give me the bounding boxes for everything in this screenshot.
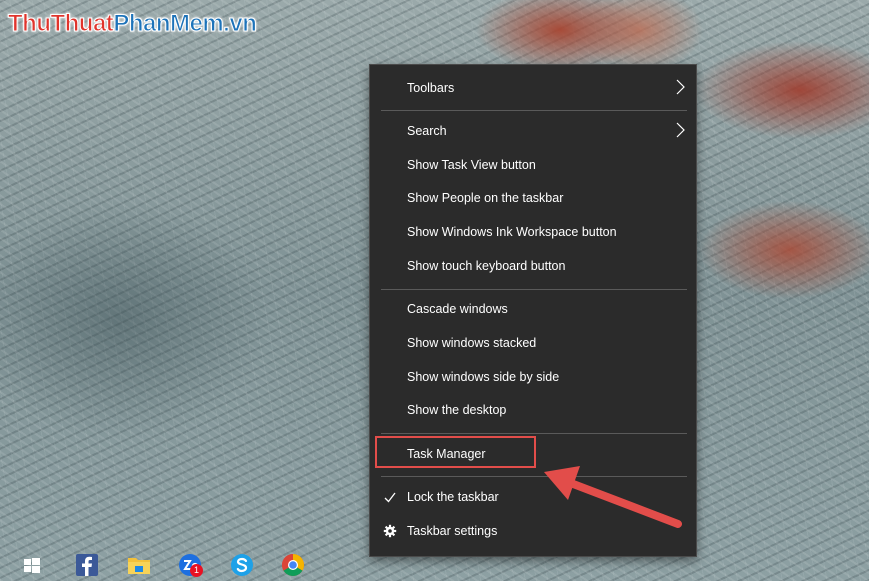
menu-item-label: Show touch keyboard button: [407, 259, 566, 273]
menu-item-label: Show windows stacked: [407, 336, 537, 350]
menu-item-label: Search: [407, 124, 447, 138]
site-watermark: ThuThuatPhanMem.vn: [7, 10, 258, 38]
zalo-notification-badge: 1: [190, 564, 203, 577]
menu-item-label: Cascade windows: [407, 302, 508, 316]
watermark-part-2: PhanMem: [113, 10, 224, 38]
checkmark-icon: [384, 492, 396, 503]
task-manager-highlight: [375, 436, 536, 468]
skype-icon[interactable]: [229, 552, 255, 578]
menu-item-show-touch-keyboard[interactable]: Show touch keyboard button: [370, 251, 696, 283]
watermark-part-1: ThuThuat: [7, 10, 114, 38]
menu-item-label: Show Task View button: [407, 158, 536, 172]
red-pointer-arrow-icon: [544, 466, 682, 528]
menu-item-side-by-side[interactable]: Show windows side by side: [370, 362, 696, 394]
menu-separator: [381, 433, 687, 434]
chrome-icon[interactable]: [280, 552, 306, 578]
menu-item-label: Taskbar settings: [407, 524, 498, 538]
menu-item-search[interactable]: Search: [370, 116, 696, 148]
menu-item-label: Lock the taskbar: [407, 490, 499, 504]
menu-item-label: Show People on the taskbar: [407, 191, 564, 205]
menu-item-label: Toolbars: [407, 81, 455, 95]
gear-icon: [383, 524, 397, 538]
menu-item-show-windows-ink[interactable]: Show Windows Ink Workspace button: [370, 217, 696, 249]
menu-item-cascade-windows[interactable]: Cascade windows: [370, 294, 696, 326]
chevron-right-icon: [676, 122, 685, 138]
watermark-part-3: .vn: [223, 10, 258, 38]
menu-item-show-desktop[interactable]: Show the desktop: [370, 395, 696, 427]
menu-separator: [381, 110, 687, 111]
chevron-right-icon: [676, 79, 685, 95]
menu-item-label: Show Windows Ink Workspace button: [407, 225, 617, 239]
menu-item-toolbars[interactable]: Toolbars: [370, 73, 696, 105]
file-explorer-icon[interactable]: [126, 552, 152, 578]
menu-item-label: Show the desktop: [407, 403, 507, 417]
menu-separator: [381, 289, 687, 290]
menu-item-label: Show windows side by side: [407, 370, 560, 384]
facebook-icon[interactable]: [74, 552, 100, 578]
menu-item-show-people[interactable]: Show People on the taskbar: [370, 183, 696, 215]
menu-item-show-task-view-button[interactable]: Show Task View button: [370, 150, 696, 182]
menu-item-windows-stacked[interactable]: Show windows stacked: [370, 328, 696, 360]
windows-start-icon[interactable]: [19, 552, 45, 578]
